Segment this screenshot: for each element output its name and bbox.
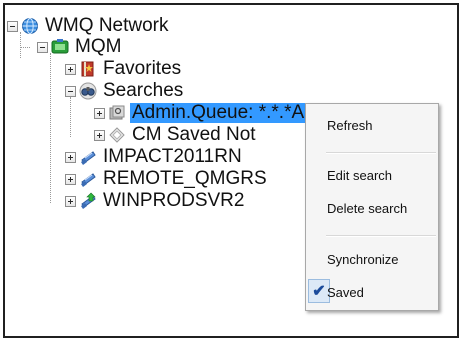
menu-item-refresh[interactable]: Refresh — [306, 112, 438, 138]
tree-connector — [20, 47, 30, 48]
collapse-icon[interactable] — [65, 85, 76, 97]
menu-item-label: Delete search — [327, 200, 408, 216]
expand-icon[interactable] — [65, 173, 76, 185]
network-globe-icon — [22, 18, 38, 34]
tree-node-searches[interactable]: Searches — [65, 80, 185, 102]
search-binoculars-icon — [79, 82, 97, 100]
tree-node-label: IMPACT2011RN — [103, 146, 242, 167]
collapse-icon[interactable] — [7, 20, 18, 32]
tree-node-label: Searches — [103, 80, 184, 101]
menu-separator — [326, 235, 436, 237]
tree-node-mqm[interactable]: MQM — [37, 36, 123, 58]
queue-manager-icon — [51, 39, 69, 54]
tree-node-winprodsvr2[interactable]: WINPRODSVR2 — [65, 190, 246, 212]
menu-item-label: Saved — [327, 284, 364, 300]
menu-item-edit-search[interactable]: Edit search — [306, 162, 438, 188]
tree-node-label: MQM — [75, 36, 122, 57]
menu-item-label: Edit search — [327, 167, 393, 183]
tree-node-impact2011rn[interactable]: IMPACT2011RN — [65, 146, 244, 168]
expand-icon[interactable] — [65, 63, 76, 75]
favorites-icon — [81, 61, 94, 77]
server-online-icon — [81, 192, 96, 209]
context-menu: Refresh Edit search Delete search Synchr… — [305, 103, 439, 311]
menu-item-label: Refresh — [327, 117, 373, 133]
tree-node-label: WINPRODSVR2 — [103, 190, 245, 211]
tree-node-label: REMOTE_QMGRS — [103, 168, 267, 189]
server-icon — [81, 173, 96, 187]
tree-node-label: WMQ Network — [45, 15, 169, 36]
expand-icon[interactable] — [94, 107, 105, 119]
tree-node-label: Favorites — [103, 58, 182, 79]
tree-node-label: CM Saved Not — [132, 124, 256, 145]
menu-item-label: Synchronize — [327, 251, 399, 267]
tree-connector — [70, 97, 71, 137]
saved-search-icon — [109, 127, 125, 143]
expand-icon[interactable] — [65, 151, 76, 163]
expand-icon[interactable] — [65, 195, 76, 207]
menu-separator — [326, 152, 436, 154]
collapse-icon[interactable] — [37, 41, 48, 53]
server-icon — [81, 151, 96, 165]
menu-item-saved[interactable]: ✔ Saved — [306, 279, 438, 305]
tree-connector — [50, 53, 51, 203]
tree-node-favorites[interactable]: Favorites — [65, 58, 183, 80]
tree-node-wmq-network[interactable]: WMQ Network — [7, 15, 171, 37]
menu-item-delete-search[interactable]: Delete search — [306, 195, 438, 221]
menu-item-synchronize[interactable]: Synchronize — [306, 246, 438, 272]
search-folder-icon — [109, 105, 125, 120]
expand-icon[interactable] — [94, 129, 105, 141]
tree-node-remote-qmgrs[interactable]: REMOTE_QMGRS — [65, 168, 269, 190]
tree-node-cm-saved-not[interactable]: CM Saved Not — [94, 124, 258, 146]
